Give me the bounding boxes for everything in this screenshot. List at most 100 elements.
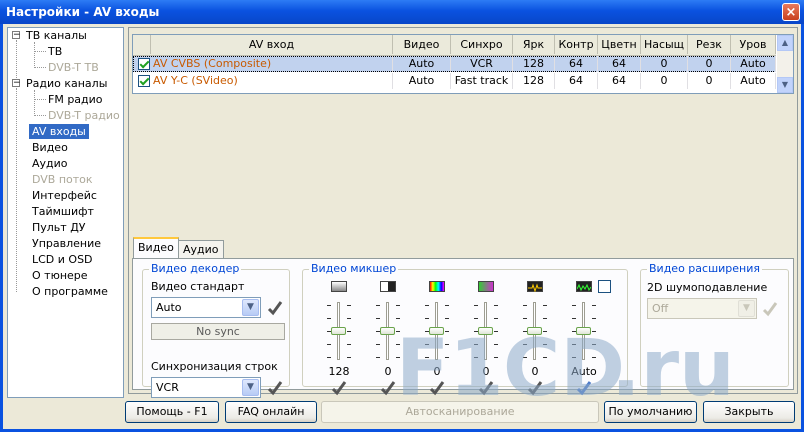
contrast-slider[interactable]	[375, 302, 401, 360]
scroll-up-icon[interactable]: ▲	[777, 35, 793, 51]
table-row[interactable]: AV CVBS (Composite) Auto VCR 128 64 64 0…	[133, 56, 776, 72]
video-standard-label: Видео стандарт	[151, 280, 245, 293]
col-av-input[interactable]: AV вход	[151, 35, 393, 54]
tree-line	[34, 42, 35, 68]
slider-thumb[interactable]	[331, 327, 346, 335]
col-sharpness[interactable]: Резк	[688, 35, 731, 54]
row-name: AV Y-C (SVideo)	[133, 73, 393, 89]
tree-item-interface[interactable]: Интерфейс	[32, 188, 97, 203]
apply-check-icon[interactable]	[267, 300, 283, 316]
apply-check-icon[interactable]	[429, 380, 445, 396]
title-bar[interactable]: Настройки - AV входы ×	[0, 0, 804, 24]
video-decoder-title: Видео декодер	[149, 262, 242, 275]
defaults-button[interactable]: По умолчанию	[604, 401, 697, 423]
tree-item-timeshift[interactable]: Таймшифт	[32, 204, 94, 219]
level-slider[interactable]	[571, 302, 597, 360]
video-mixer-title: Видео микшер	[309, 262, 399, 275]
hue-slider[interactable]	[424, 302, 450, 360]
apply-check-icon[interactable]	[331, 380, 347, 396]
tree-line	[34, 67, 46, 68]
video-mixer-group: Видео микшер 128 0 0 0 0 Auto	[302, 262, 628, 396]
collapse-radio-channels-icon[interactable]: −	[12, 79, 21, 88]
scroll-down-icon[interactable]: ▼	[777, 77, 793, 93]
sync-status: No sync	[151, 323, 285, 340]
tree-item-video[interactable]: Видео	[32, 140, 68, 155]
tab-video[interactable]: Видео	[133, 237, 179, 259]
row-video: Auto	[393, 56, 451, 72]
tree-item-radio-channels[interactable]: Радио каналы	[26, 76, 107, 91]
close-button[interactable]: Закрыть	[703, 401, 795, 423]
apply-check-icon[interactable]	[267, 380, 283, 396]
level-value: Auto	[571, 365, 597, 378]
tree-item-tv-channels[interactable]: ТВ каналы	[26, 28, 87, 43]
level-icon	[576, 281, 592, 292]
collapse-tv-channels-icon[interactable]: −	[12, 31, 21, 40]
grid-header: AV вход Видео Синхро Ярк Контр Цветн Нас…	[133, 35, 776, 56]
video-standard-select[interactable]: Auto ▼	[151, 297, 261, 318]
row-level: Auto	[731, 73, 776, 89]
slider-thumb[interactable]	[478, 327, 493, 335]
chevron-down-icon[interactable]: ▼	[242, 379, 259, 396]
row-level: Auto	[731, 56, 776, 72]
brightness-icon	[331, 281, 347, 292]
tree-item-dvbt-radio: DVB-T радио	[48, 109, 120, 122]
row-contrast: 64	[555, 56, 598, 72]
hue-icon	[429, 281, 445, 292]
tree-line	[34, 99, 46, 100]
saturation-value: 0	[482, 365, 490, 378]
sharpness-slider[interactable]	[522, 302, 548, 360]
col-level[interactable]: Уров	[731, 35, 776, 54]
row-sync: VCR	[451, 56, 513, 72]
col-video[interactable]: Видео	[393, 35, 451, 54]
tree-item-audio[interactable]: Аудио	[32, 156, 68, 171]
slider-thumb[interactable]	[527, 327, 542, 335]
tree-line	[34, 51, 46, 52]
apply-check-icon[interactable]	[380, 380, 396, 396]
faq-online-button[interactable]: FAQ онлайн	[225, 401, 317, 423]
brightness-slider[interactable]	[326, 302, 352, 360]
slider-thumb[interactable]	[429, 327, 444, 335]
close-window-button[interactable]: ×	[782, 3, 800, 21]
video-extensions-group: Видео расширения 2D шумоподавление Off ▼	[640, 262, 789, 387]
chevron-down-icon[interactable]: ▼	[242, 299, 259, 316]
av-inputs-grid: AV вход Видео Синхро Ярк Контр Цветн Нас…	[132, 34, 794, 94]
col-color[interactable]: Цветн	[598, 35, 641, 54]
apply-check-icon	[762, 302, 778, 317]
saturation-slider[interactable]	[473, 302, 499, 360]
table-row[interactable]: AV Y-C (SVideo) Auto Fast track 128 64 6…	[133, 73, 776, 89]
noise-reduction-value: Off	[652, 302, 669, 315]
tab-audio[interactable]: Аудио	[178, 240, 224, 259]
tree-item-about-tuner[interactable]: О тюнере	[32, 268, 88, 283]
contrast-icon	[380, 281, 396, 292]
apply-check-icon[interactable]	[576, 380, 592, 396]
video-decoder-group: Видео декодер Видео стандарт Auto ▼ No s…	[142, 262, 290, 398]
row-sync: Fast track	[451, 73, 513, 89]
grid-scrollbar[interactable]: ▲ ▼	[777, 35, 793, 93]
line-sync-label: Синхронизация строк	[151, 360, 278, 373]
window-title: Настройки - AV входы	[6, 5, 160, 19]
slider-thumb[interactable]	[380, 327, 395, 335]
mixer-option-checkbox[interactable]	[598, 280, 611, 293]
row-name: AV CVBS (Composite)	[133, 56, 393, 72]
apply-check-icon[interactable]	[527, 380, 543, 396]
line-sync-select[interactable]: VCR ▼	[151, 377, 261, 398]
tree-item-control[interactable]: Управление	[32, 236, 101, 251]
col-contrast[interactable]: Контр	[555, 35, 598, 54]
col-brightness[interactable]: Ярк	[513, 35, 555, 54]
tree-item-fm-radio[interactable]: FM радио	[48, 92, 103, 107]
autoscan-button: Автосканирование	[321, 401, 599, 423]
slider-thumb[interactable]	[576, 327, 591, 335]
help-button[interactable]: Помощь - F1	[125, 401, 219, 423]
row-brightness: 128	[513, 56, 555, 72]
col-sync[interactable]: Синхро	[451, 35, 513, 54]
tree-item-av-inputs[interactable]: AV входы	[29, 124, 89, 139]
sharpness-value: 0	[531, 365, 539, 378]
tree-item-remote[interactable]: Пульт ДУ	[32, 220, 86, 235]
col-saturation[interactable]: Насыщ	[641, 35, 688, 54]
row-saturation: 0	[641, 56, 688, 72]
tree-line	[16, 88, 17, 292]
apply-check-icon[interactable]	[478, 380, 494, 396]
tree-item-lcd-osd[interactable]: LCD и OSD	[32, 252, 93, 267]
tree-item-tv[interactable]: ТВ	[48, 44, 62, 59]
tree-item-about-program[interactable]: О программе	[32, 284, 108, 299]
